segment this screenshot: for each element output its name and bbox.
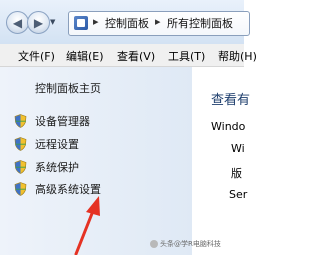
info-row-3: Ser bbox=[229, 188, 248, 201]
sidebar-item-label: 远程设置 bbox=[35, 138, 79, 151]
shield-icon bbox=[14, 182, 27, 196]
info-row-1: Wi bbox=[231, 142, 245, 155]
watermark: 头条@学R电脑科技 bbox=[150, 239, 221, 249]
menu-file[interactable]: 文件(F) bbox=[18, 48, 55, 64]
menu-help[interactable]: 帮助(H) bbox=[218, 48, 257, 64]
breadcrumb-all-items[interactable]: 所有控制面板 bbox=[167, 15, 233, 31]
control-panel-icon bbox=[74, 16, 88, 30]
breadcrumb-separator[interactable]: ▸ bbox=[93, 15, 99, 28]
menu-edit[interactable]: 编辑(E) bbox=[66, 48, 104, 64]
shield-icon bbox=[14, 137, 27, 151]
address-field[interactable]: ▸ 控制面板 ▸ 所有控制面板 bbox=[68, 11, 250, 36]
control-panel-home-link[interactable]: 控制面板主页 bbox=[35, 80, 101, 96]
sidebar-item-device-manager[interactable]: 设备管理器 bbox=[14, 113, 90, 129]
watermark-text: 头条@学R电脑科技 bbox=[160, 240, 221, 248]
menu-tools[interactable]: 工具(T) bbox=[168, 48, 205, 64]
breadcrumb-separator[interactable]: ▸ bbox=[155, 15, 161, 28]
back-arrow-icon: ◀ bbox=[12, 15, 23, 30]
address-bar: ◀ ▶ ▼ ▸ 控制面板 ▸ 所有控制面板 bbox=[0, 0, 250, 44]
sidebar-item-remote-settings[interactable]: 远程设置 bbox=[14, 136, 79, 152]
sidebar-item-advanced-system-settings[interactable]: 高级系统设置 bbox=[14, 181, 101, 197]
forward-arrow-icon: ▶ bbox=[33, 15, 44, 30]
sidebar-item-label: 系统保护 bbox=[35, 161, 79, 174]
shield-icon bbox=[14, 160, 27, 174]
windows-edition-label: Windo bbox=[211, 120, 246, 133]
watermark-logo-icon bbox=[150, 240, 158, 248]
menu-view[interactable]: 查看(V) bbox=[117, 48, 155, 64]
sidebar-item-label: 高级系统设置 bbox=[35, 183, 101, 196]
info-row-2: 版 bbox=[231, 167, 242, 180]
page-title: 查看有 bbox=[211, 93, 251, 108]
back-button[interactable]: ◀ bbox=[6, 11, 29, 34]
shield-icon bbox=[14, 114, 27, 128]
sidebar-item-system-protection[interactable]: 系统保护 bbox=[14, 159, 79, 175]
menu-bar: 文件(F) 编辑(E) 查看(V) 工具(T) 帮助(H) bbox=[0, 44, 257, 67]
sidebar-item-label: 设备管理器 bbox=[35, 115, 90, 128]
history-dropdown-icon[interactable]: ▼ bbox=[50, 18, 55, 26]
breadcrumb-control-panel[interactable]: 控制面板 bbox=[105, 15, 149, 31]
forward-button[interactable]: ▶ bbox=[27, 11, 50, 34]
